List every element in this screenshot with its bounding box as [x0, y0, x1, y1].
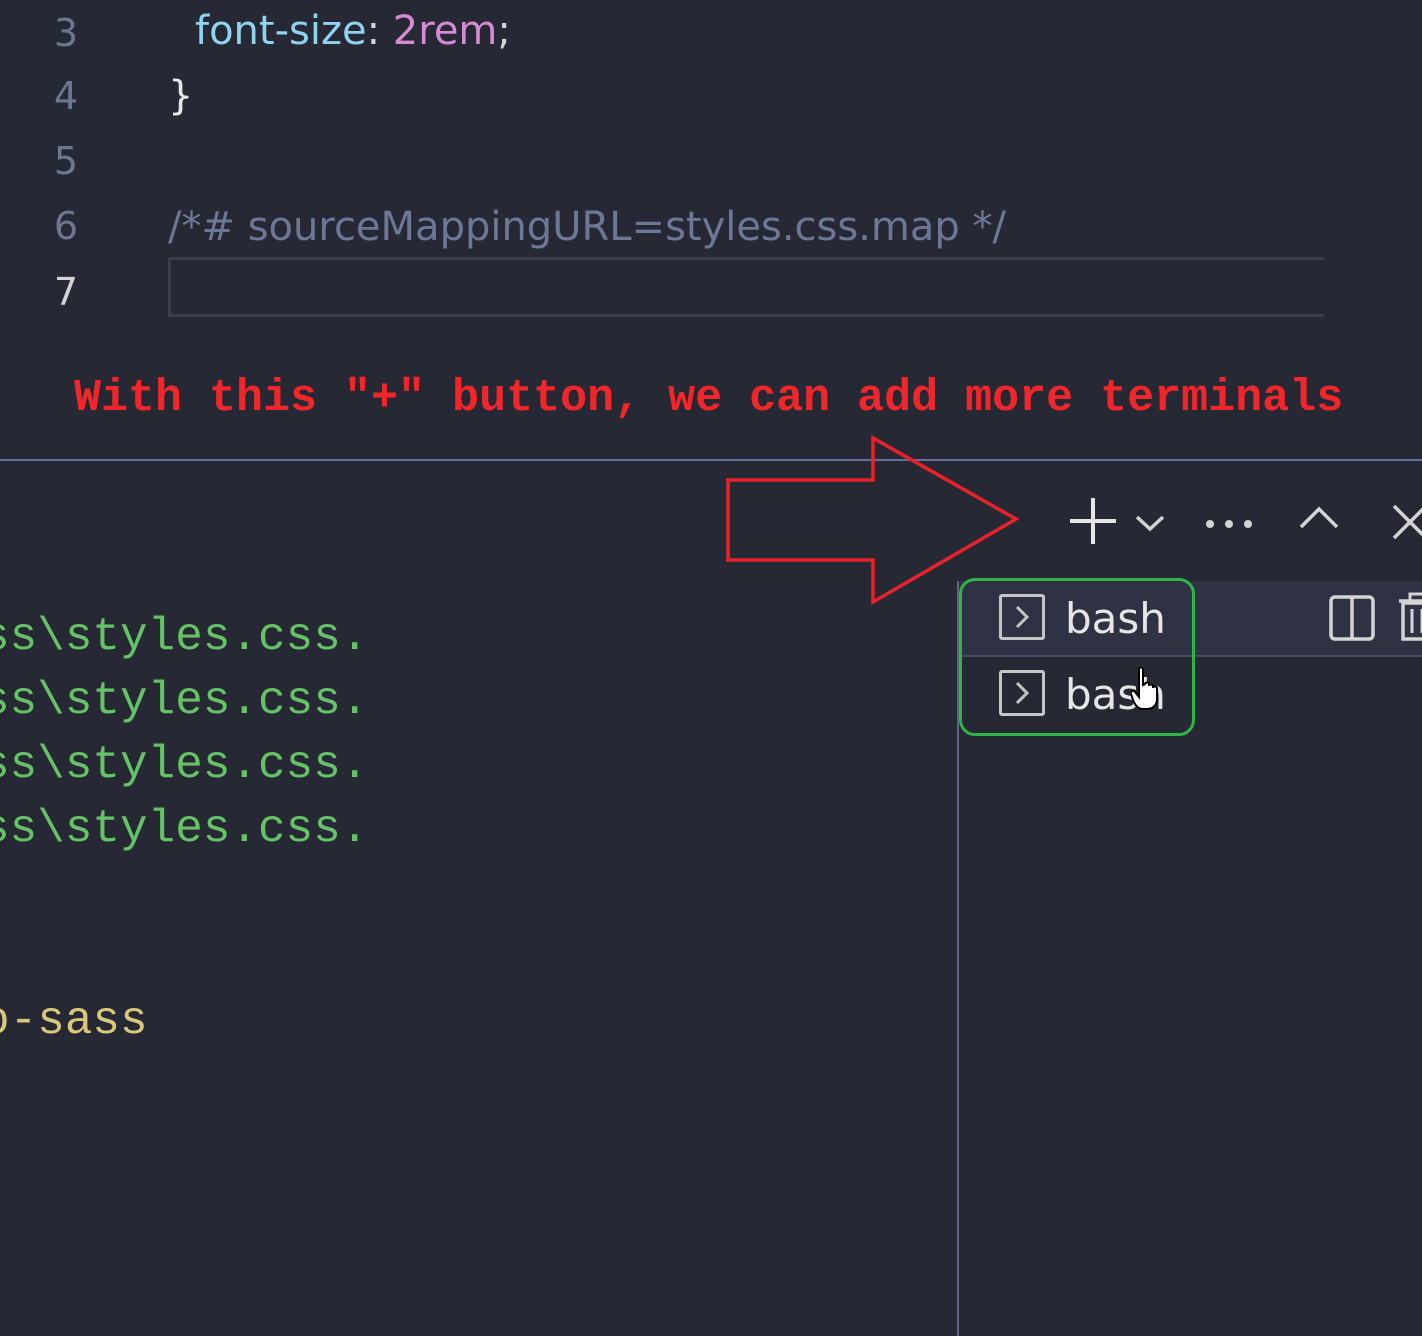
annotation-arrow	[726, 434, 1020, 606]
